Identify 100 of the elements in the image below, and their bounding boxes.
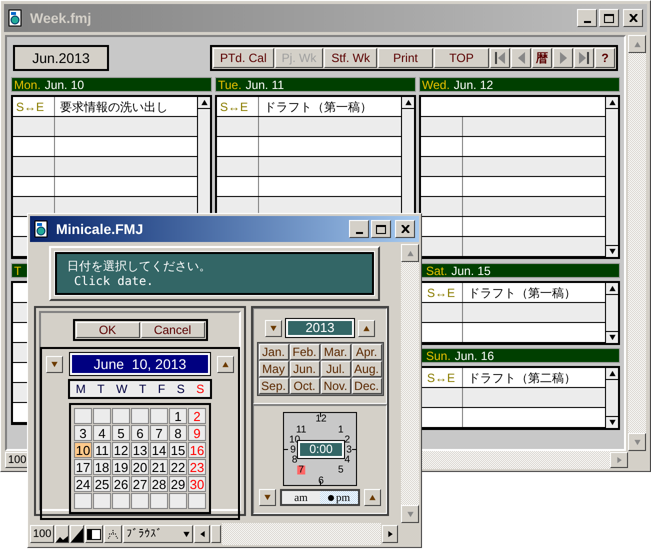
hour-label[interactable]: 2 xyxy=(344,436,352,445)
day-cell[interactable]: 29 xyxy=(169,476,187,492)
day-cell[interactable]: 5 xyxy=(112,425,130,441)
day-cell[interactable]: 21 xyxy=(150,459,168,475)
period-toggle[interactable]: am xyxy=(282,491,320,504)
hour-label[interactable]: 11 xyxy=(295,426,308,435)
previous-year-button[interactable] xyxy=(265,320,282,336)
month-button[interactable]: Mar. xyxy=(320,344,350,360)
day-cell[interactable]: 24 xyxy=(74,476,92,492)
day-cell[interactable]: 4 xyxy=(93,425,111,441)
mode-dropdown[interactable]: ﾌﾞﾗｳｽﾞ xyxy=(123,525,194,543)
day-cell[interactable]: 13 xyxy=(131,442,149,458)
day-cell[interactable]: 12 xyxy=(112,442,130,458)
day-cell[interactable]: 19 xyxy=(112,459,130,475)
down-triangle-icon xyxy=(183,530,190,538)
previous-button[interactable] xyxy=(511,48,531,68)
mountain-icon[interactable] xyxy=(55,525,70,543)
month-button[interactable]: Jun. xyxy=(290,361,320,377)
day-cell[interactable]: 15 xyxy=(169,442,187,458)
maximize-icon xyxy=(604,14,614,22)
weekday-label: W xyxy=(116,381,128,398)
maximize-button[interactable] xyxy=(371,220,391,238)
nav-button[interactable]: 暦 xyxy=(532,48,552,68)
hour-label[interactable]: 8 xyxy=(290,455,298,464)
day-cell[interactable]: 7 xyxy=(150,425,168,441)
task-title[interactable]: ドラフト（第一稿） xyxy=(468,284,576,302)
toolbar-button[interactable]: TOP xyxy=(434,48,489,68)
hour-label[interactable]: 1 xyxy=(337,426,345,435)
day-cell[interactable]: 22 xyxy=(169,459,187,475)
close-button[interactable] xyxy=(395,220,415,238)
next-hour-button[interactable] xyxy=(364,489,381,506)
task-title[interactable]: ドラフト（第二稿） xyxy=(468,368,576,386)
month-button[interactable]: Oct. xyxy=(290,378,320,394)
hour-label[interactable]: 3 xyxy=(345,446,353,454)
month-button[interactable]: Jul. xyxy=(320,361,350,377)
ok-button[interactable]: OK xyxy=(76,322,140,338)
right-triangle-icon xyxy=(386,530,394,538)
hour-label[interactable]: 4 xyxy=(344,455,352,464)
day-cell[interactable]: 28 xyxy=(150,476,168,492)
close-button[interactable] xyxy=(623,9,643,27)
month-button[interactable]: Jan. xyxy=(258,344,288,360)
month-button[interactable]: Feb. xyxy=(290,344,320,360)
month-button[interactable]: Dec. xyxy=(352,378,382,394)
day-cell[interactable]: 18 xyxy=(93,459,111,475)
day-cell[interactable]: 26 xyxy=(112,476,130,492)
day-cell[interactable]: 27 xyxy=(131,476,149,492)
task-title[interactable]: ドラフト（第一稿） xyxy=(264,98,372,116)
toolbar-button[interactable]: Stf. Wk xyxy=(324,48,377,68)
next-button[interactable] xyxy=(553,48,573,68)
weekday-label: S xyxy=(196,381,204,398)
close-icon xyxy=(628,14,638,22)
previous-button[interactable] xyxy=(46,356,63,372)
document-icon xyxy=(8,9,24,27)
day-cell[interactable]: 25 xyxy=(93,476,111,492)
cancel-button[interactable]: Cancel xyxy=(140,322,204,338)
scroll-up-button[interactable] xyxy=(628,35,646,53)
toolbar-button[interactable]: Print xyxy=(378,48,433,68)
task-title[interactable]: 要求情報の洗い出し xyxy=(60,98,168,116)
next-year-button[interactable] xyxy=(358,320,375,336)
layout-icon[interactable] xyxy=(85,525,104,543)
day-cell[interactable]: 20 xyxy=(131,459,149,475)
day-cell[interactable]: 6 xyxy=(131,425,149,441)
zoom-level[interactable]: 100 xyxy=(30,525,54,543)
scroll-down-button[interactable] xyxy=(628,433,646,451)
vertical-scrollbar[interactable] xyxy=(401,244,419,523)
month-button[interactable]: Aug. xyxy=(352,361,382,377)
day-cell[interactable]: 10 xyxy=(74,442,92,458)
previous-hour-button[interactable] xyxy=(259,489,276,506)
day-cell[interactable]: 14 xyxy=(150,442,168,458)
first-button[interactable] xyxy=(490,48,510,68)
minimize-button[interactable] xyxy=(349,220,369,238)
minimize-button[interactable] xyxy=(577,9,597,27)
month-button[interactable]: May xyxy=(258,361,288,377)
dotted-icon[interactable] xyxy=(104,525,122,543)
hour-label[interactable]: 12 xyxy=(314,414,328,424)
mountain-icon[interactable] xyxy=(70,525,84,543)
hour-label[interactable]: 9 xyxy=(289,446,297,454)
day-cell[interactable]: 8 xyxy=(169,425,187,441)
day-cell[interactable]: 17 xyxy=(74,459,92,475)
scroll-down-button[interactable] xyxy=(401,505,419,523)
month-button[interactable]: Sep. xyxy=(258,378,288,394)
hour-label[interactable]: 7 xyxy=(297,465,305,474)
vertical-scrollbar[interactable] xyxy=(628,35,646,451)
month-button[interactable]: Apr. xyxy=(352,344,382,360)
nav-button[interactable]: ? xyxy=(595,48,615,68)
scroll-thumb[interactable] xyxy=(211,525,222,543)
maximize-button[interactable] xyxy=(599,9,619,27)
next-button[interactable] xyxy=(217,356,234,372)
scroll-up-button[interactable] xyxy=(401,244,419,262)
toolbar-button[interactable]: PTd. Cal xyxy=(212,48,274,68)
hour-label[interactable]: 5 xyxy=(337,465,345,474)
scroll-left-button[interactable] xyxy=(194,525,210,543)
scroll-right-button[interactable] xyxy=(610,452,628,468)
day-cell[interactable]: 3 xyxy=(74,425,92,441)
day-cell[interactable]: 11 xyxy=(93,442,111,458)
day-cell[interactable]: 1 xyxy=(169,408,187,424)
scroll-right-button[interactable] xyxy=(382,525,398,543)
period-toggle[interactable]: pm xyxy=(320,491,358,504)
month-button[interactable]: Nov. xyxy=(320,378,350,394)
last-button[interactable] xyxy=(574,48,594,68)
